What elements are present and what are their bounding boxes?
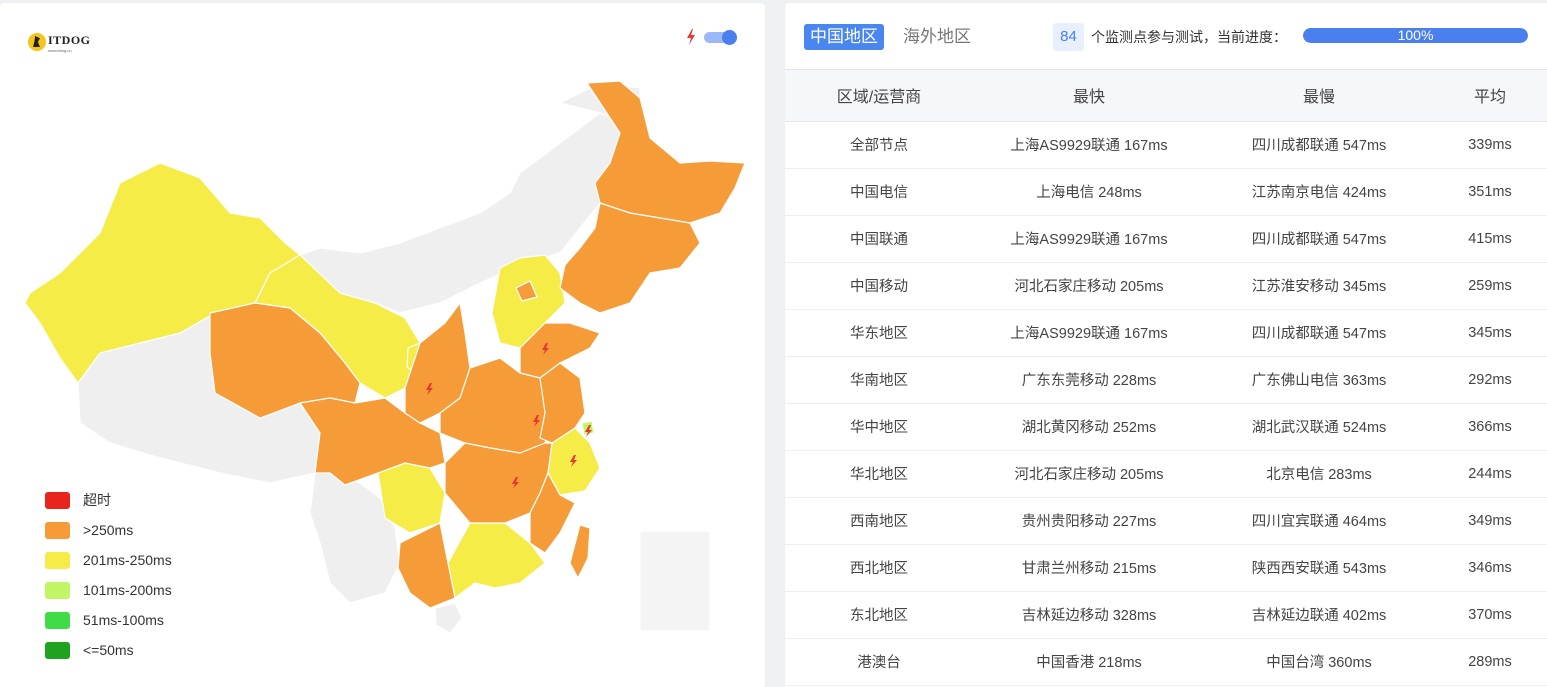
map-region-hainan (434, 602, 463, 634)
latency-legend: 超时 >250ms 201ms-250ms 101ms-200ms 51ms-100ms… (45, 485, 172, 665)
map-region-guangdong (397, 522, 456, 609)
cell-slowest: 江苏淮安移动 345ms (1205, 262, 1433, 310)
results-panel: 中国地区 海外地区 84 个监测点参与测试，当前进度： 100% 区域/运营商 … (785, 3, 1547, 687)
cell-region-isp: 西南地区 (785, 497, 973, 545)
col-header-average: 平均 (1433, 70, 1547, 122)
cell-fastest: 吉林延边移动 328ms (973, 591, 1205, 639)
legend-swatch (45, 611, 70, 629)
table-row[interactable]: 全部节点 上海AS9929联通 167ms 四川成都联通 547ms 339ms (785, 121, 1547, 169)
cell-region-isp: 华东地区 (785, 309, 973, 357)
cell-average: 351ms (1433, 168, 1547, 216)
cell-fastest: 河北石家庄移动 205ms (973, 262, 1205, 310)
node-count-badge: 84 (1053, 23, 1084, 51)
tab-overseas-region[interactable]: 海外地区 (897, 24, 977, 50)
cell-slowest: 四川成都联通 547ms (1205, 309, 1433, 357)
cell-region-isp: 中国联通 (785, 215, 973, 263)
cell-slowest: 吉林延边联通 402ms (1205, 591, 1433, 639)
cell-average: 244ms (1433, 450, 1547, 498)
latency-results-table: 区域/运营商 最快 最慢 平均 全部节点 上海AS9929联通 167ms 四川成都… (785, 70, 1547, 686)
legend-swatch (45, 581, 70, 599)
cell-fastest: 上海AS9929联通 167ms (973, 309, 1205, 357)
cell-fastest: 中国香港 218ms (973, 638, 1205, 686)
legend-swatch (45, 521, 70, 539)
cell-fastest: 河北石家庄移动 205ms (973, 450, 1205, 498)
legend-item[interactable]: <=50ms (45, 635, 172, 665)
cell-slowest: 北京电信 283ms (1205, 450, 1433, 498)
table-row[interactable]: 西南地区 贵州贵阳移动 227ms 四川宜宾联通 464ms 349ms (785, 497, 1547, 545)
cell-slowest: 广东佛山电信 363ms (1205, 356, 1433, 404)
cell-average: 289ms (1433, 638, 1547, 686)
cell-average: 349ms (1433, 497, 1547, 545)
cell-region-isp: 西北地区 (785, 544, 973, 592)
cell-fastest: 湖北黄冈移动 252ms (973, 403, 1205, 451)
cell-region-isp: 华北地区 (785, 450, 973, 498)
cell-average: 370ms (1433, 591, 1547, 639)
cell-region-isp: 港澳台 (785, 638, 973, 686)
legend-label: <=50ms (83, 642, 134, 658)
cell-average: 345ms (1433, 309, 1547, 357)
cell-slowest: 四川成都联通 547ms (1205, 215, 1433, 263)
cell-region-isp: 中国电信 (785, 168, 973, 216)
legend-label: 201ms-250ms (83, 552, 172, 568)
cell-average: 346ms (1433, 544, 1547, 592)
cell-fastest: 贵州贵阳移动 227ms (973, 497, 1205, 545)
legend-swatch (45, 491, 70, 509)
table-row[interactable]: 华北地区 河北石家庄移动 205ms 北京电信 283ms 244ms (785, 450, 1547, 498)
legend-swatch (45, 641, 70, 659)
table-header-row: 区域/运营商 最快 最慢 平均 (785, 70, 1547, 122)
col-header-slowest: 最慢 (1205, 70, 1433, 122)
cell-region-isp: 东北地区 (785, 591, 973, 639)
cell-fastest: 上海AS9929联通 167ms (973, 215, 1205, 263)
cell-region-isp: 中国移动 (785, 262, 973, 310)
legend-item[interactable]: >250ms (45, 515, 172, 545)
col-header-fastest: 最快 (973, 70, 1205, 122)
cell-fastest: 上海电信 248ms (973, 168, 1205, 216)
legend-item[interactable]: 51ms-100ms (45, 605, 172, 635)
cell-slowest: 四川成都联通 547ms (1205, 121, 1433, 169)
cell-average: 292ms (1433, 356, 1547, 404)
progress-caption: 个监测点参与测试，当前进度： (1091, 29, 1287, 45)
cell-slowest: 陕西西安联通 543ms (1205, 544, 1433, 592)
table-row[interactable]: 华中地区 湖北黄冈移动 252ms 湖北武汉联通 524ms 366ms (785, 403, 1547, 451)
cell-slowest: 江苏南京电信 424ms (1205, 168, 1433, 216)
tab-china-region[interactable]: 中国地区 (804, 24, 884, 50)
legend-swatch (45, 551, 70, 569)
table-row[interactable]: 西北地区 甘肃兰州移动 215ms 陕西西安联通 543ms 346ms (785, 544, 1547, 592)
table-row[interactable]: 中国移动 河北石家庄移动 205ms 江苏淮安移动 345ms 259ms (785, 262, 1547, 310)
cell-average: 259ms (1433, 262, 1547, 310)
map-panel: ITDOG www.itdog.cn 超时 >250ms 201ms-250ms… (0, 3, 765, 687)
table-row[interactable]: 东北地区 吉林延边移动 328ms 吉林延边联通 402ms 370ms (785, 591, 1547, 639)
legend-label: 51ms-100ms (83, 612, 164, 628)
test-progress-bar: 100% (1303, 28, 1528, 43)
cell-average: 415ms (1433, 215, 1547, 263)
table-row[interactable]: 中国联通 上海AS9929联通 167ms 四川成都联通 547ms 415ms (785, 215, 1547, 263)
cell-region-isp: 华南地区 (785, 356, 973, 404)
cell-slowest: 四川宜宾联通 464ms (1205, 497, 1433, 545)
table-row[interactable]: 港澳台 中国香港 218ms 中国台湾 360ms 289ms (785, 638, 1547, 686)
cell-region-isp: 全部节点 (785, 121, 973, 169)
cell-average: 366ms (1433, 403, 1547, 451)
cell-average: 339ms (1433, 121, 1547, 169)
progress-fill: 100% (1303, 28, 1528, 43)
table-row[interactable]: 中国电信 上海电信 248ms 江苏南京电信 424ms 351ms (785, 168, 1547, 216)
table-row[interactable]: 华东地区 上海AS9929联通 167ms 四川成都联通 547ms 345ms (785, 309, 1547, 357)
cell-fastest: 上海AS9929联通 167ms (973, 121, 1205, 169)
table-row[interactable]: 华南地区 广东东莞移动 228ms 广东佛山电信 363ms 292ms (785, 356, 1547, 404)
legend-item[interactable]: 101ms-200ms (45, 575, 172, 605)
map-region-taiwan (569, 524, 591, 579)
legend-label: 101ms-200ms (83, 582, 172, 598)
legend-item[interactable]: 201ms-250ms (45, 545, 172, 575)
cell-region-isp: 华中地区 (785, 403, 973, 451)
map-region-south-china-sea-inset (639, 530, 711, 632)
cell-fastest: 广东东莞移动 228ms (973, 356, 1205, 404)
legend-label: 超时 (83, 492, 111, 508)
legend-label: >250ms (83, 522, 134, 538)
results-toolbar: 中国地区 海外地区 84 个监测点参与测试，当前进度： 100% (785, 3, 1547, 70)
legend-item[interactable]: 超时 (45, 485, 172, 515)
cell-slowest: 湖北武汉联通 524ms (1205, 403, 1433, 451)
cell-slowest: 中国台湾 360ms (1205, 638, 1433, 686)
col-header-region-isp: 区域/运营商 (785, 70, 973, 122)
cell-fastest: 甘肃兰州移动 215ms (973, 544, 1205, 592)
